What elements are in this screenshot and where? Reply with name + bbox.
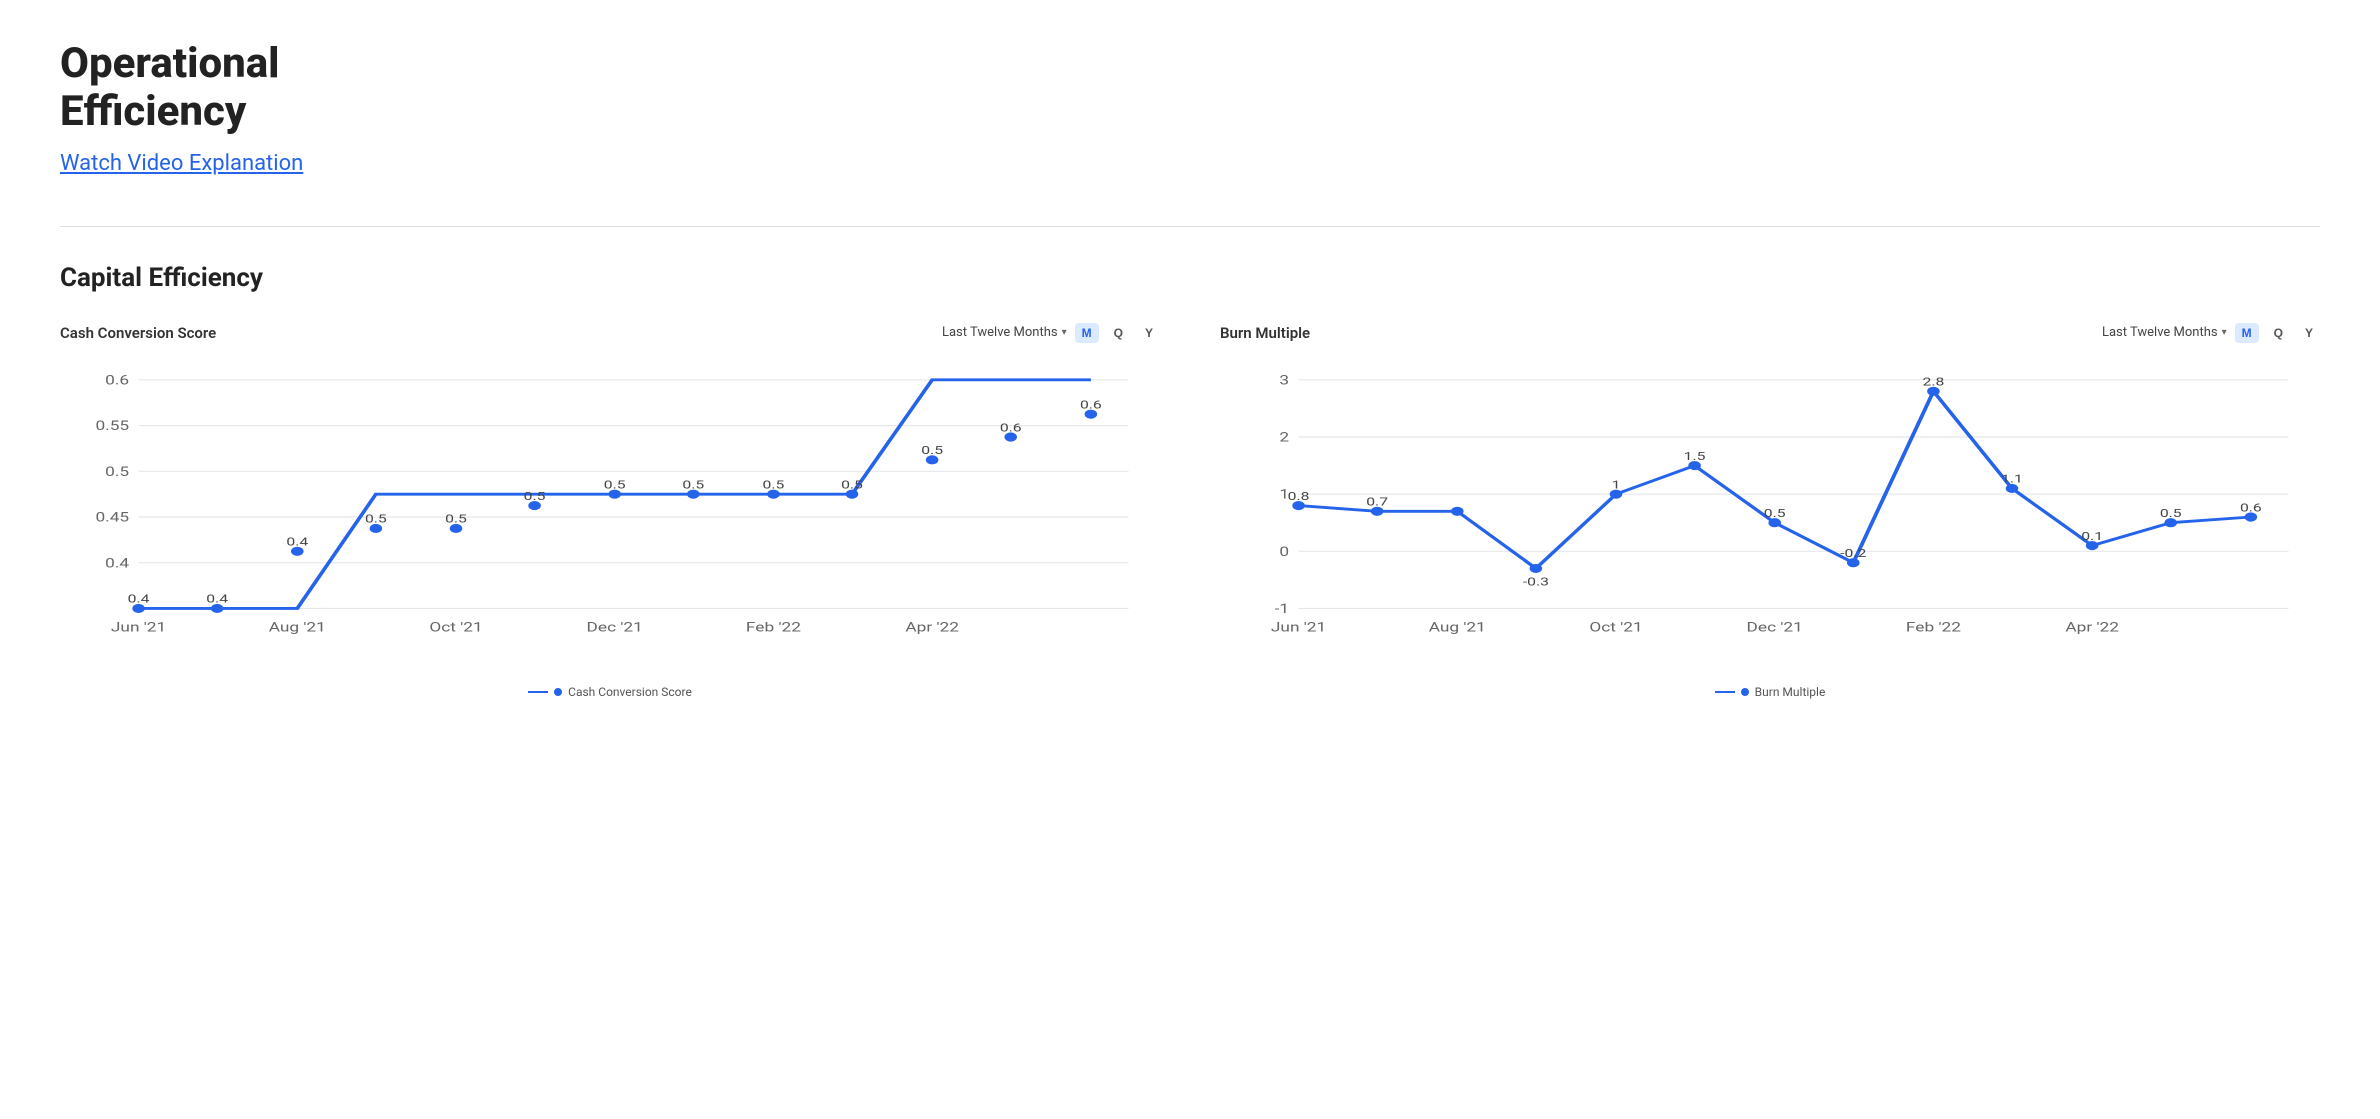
chart2-area: 3 2 1 0 -1 Jun '21 Aug '21 Oct '21 Dec '… — [1220, 357, 2320, 677]
chart1-btn-q[interactable]: Q — [1107, 323, 1130, 343]
svg-text:Apr '22: Apr '22 — [905, 619, 959, 634]
svg-text:0.5: 0.5 — [524, 489, 546, 502]
svg-text:0.5: 0.5 — [365, 512, 387, 525]
svg-text:0.5: 0.5 — [841, 478, 863, 491]
svg-text:0.4: 0.4 — [286, 535, 308, 548]
cash-conversion-chart: Cash Conversion Score Last Twelve Months… — [60, 323, 1160, 699]
chart2-btn-m[interactable]: M — [2235, 323, 2259, 343]
svg-text:0.45: 0.45 — [95, 510, 129, 525]
chart2-header: Burn Multiple Last Twelve Months ▾ M Q Y — [1220, 323, 2320, 343]
chart1-legend-label: Cash Conversion Score — [568, 685, 692, 699]
chart2-period-label: Last Twelve Months — [2102, 325, 2218, 340]
chart2-btn-q[interactable]: Q — [2267, 323, 2290, 343]
svg-text:0: 0 — [1279, 544, 1289, 559]
svg-text:0.5: 0.5 — [604, 478, 626, 491]
svg-text:0.4: 0.4 — [206, 592, 228, 605]
svg-text:Feb '22: Feb '22 — [746, 619, 801, 634]
svg-text:Aug '21: Aug '21 — [1429, 619, 1486, 634]
svg-text:Jun '21: Jun '21 — [1271, 619, 1326, 634]
svg-text:Oct '21: Oct '21 — [429, 619, 482, 634]
chart2-title: Burn Multiple — [1220, 324, 1310, 342]
svg-text:2.8: 2.8 — [1923, 375, 1945, 388]
svg-text:Dec '21: Dec '21 — [1747, 619, 1803, 634]
svg-text:Feb '22: Feb '22 — [1906, 619, 1961, 634]
svg-text:Aug '21: Aug '21 — [269, 619, 326, 634]
svg-text:-0.2: -0.2 — [1840, 547, 1866, 560]
svg-text:-1: -1 — [1275, 601, 1289, 616]
chart1-controls: Last Twelve Months ▾ M Q Y — [942, 323, 1160, 343]
svg-text:0.1: 0.1 — [2081, 529, 2103, 542]
svg-text:2: 2 — [1279, 430, 1289, 445]
chart2-svg: 3 2 1 0 -1 Jun '21 Aug '21 Oct '21 Dec '… — [1220, 357, 2320, 677]
svg-text:0.5: 0.5 — [445, 512, 467, 525]
svg-text:Jun '21: Jun '21 — [111, 619, 166, 634]
chart1-period-label: Last Twelve Months — [942, 325, 1058, 340]
section-divider — [60, 226, 2320, 227]
chart1-svg: 0.6 0.55 0.5 0.45 0.4 Jun '21 Aug '21 Oc… — [60, 357, 1160, 677]
svg-text:0.5: 0.5 — [763, 478, 785, 491]
svg-text:0.5: 0.5 — [682, 478, 704, 491]
page-title: Operational Efficiency — [60, 40, 2320, 137]
chart2-legend: Burn Multiple — [1220, 685, 2320, 699]
svg-text:0.6: 0.6 — [105, 372, 129, 387]
chart1-area: 0.6 0.55 0.5 0.45 0.4 Jun '21 Aug '21 Oc… — [60, 357, 1160, 677]
chart1-btn-y[interactable]: Y — [1138, 323, 1160, 343]
chart1-chevron-icon: ▾ — [1062, 327, 1067, 338]
svg-text:0.8: 0.8 — [1288, 489, 1310, 502]
svg-text:0.55: 0.55 — [95, 418, 129, 433]
svg-text:0.7: 0.7 — [1366, 495, 1388, 508]
chart2-legend-dash — [1715, 691, 1735, 693]
chart1-btn-m[interactable]: M — [1075, 323, 1099, 343]
chart2-legend-dot — [1741, 688, 1749, 696]
svg-text:0.4: 0.4 — [128, 592, 150, 605]
svg-text:0.4: 0.4 — [105, 555, 130, 570]
svg-text:0.5: 0.5 — [1764, 507, 1786, 520]
svg-text:0.6: 0.6 — [2240, 501, 2262, 514]
chart2-period-dropdown[interactable]: Last Twelve Months ▾ — [2102, 325, 2227, 340]
svg-text:Apr '22: Apr '22 — [2065, 619, 2119, 634]
svg-text:0.6: 0.6 — [1000, 421, 1022, 434]
chart1-title: Cash Conversion Score — [60, 324, 216, 342]
chart1-header: Cash Conversion Score Last Twelve Months… — [60, 323, 1160, 343]
svg-text:3: 3 — [1279, 372, 1289, 387]
chart2-btn-y[interactable]: Y — [2298, 323, 2320, 343]
svg-text:1.5: 1.5 — [1684, 449, 1706, 462]
chart1-legend-dash — [528, 691, 548, 693]
chart2-chevron-icon: ▾ — [2222, 327, 2227, 338]
chart1-legend: Cash Conversion Score — [60, 685, 1160, 699]
burn-multiple-chart: Burn Multiple Last Twelve Months ▾ M Q Y — [1220, 323, 2320, 699]
chart2-controls: Last Twelve Months ▾ M Q Y — [2102, 323, 2320, 343]
svg-text:1.1: 1.1 — [2001, 472, 2023, 485]
charts-row: Cash Conversion Score Last Twelve Months… — [60, 323, 2320, 699]
svg-text:Oct '21: Oct '21 — [1589, 619, 1642, 634]
svg-text:Dec '21: Dec '21 — [587, 619, 643, 634]
chart1-legend-dot — [554, 688, 562, 696]
section-title: Capital Efficiency — [60, 263, 2320, 293]
svg-text:0.6: 0.6 — [1080, 398, 1102, 411]
svg-text:0.5: 0.5 — [921, 444, 943, 457]
watch-video-link[interactable]: Watch Video Explanation — [60, 151, 303, 176]
svg-text:0.5: 0.5 — [105, 464, 129, 479]
chart2-legend-label: Burn Multiple — [1755, 685, 1826, 699]
svg-text:0.5: 0.5 — [2160, 507, 2182, 520]
chart1-period-dropdown[interactable]: Last Twelve Months ▾ — [942, 325, 1067, 340]
svg-text:-0.3: -0.3 — [1523, 575, 1549, 588]
svg-text:1: 1 — [1612, 478, 1621, 491]
